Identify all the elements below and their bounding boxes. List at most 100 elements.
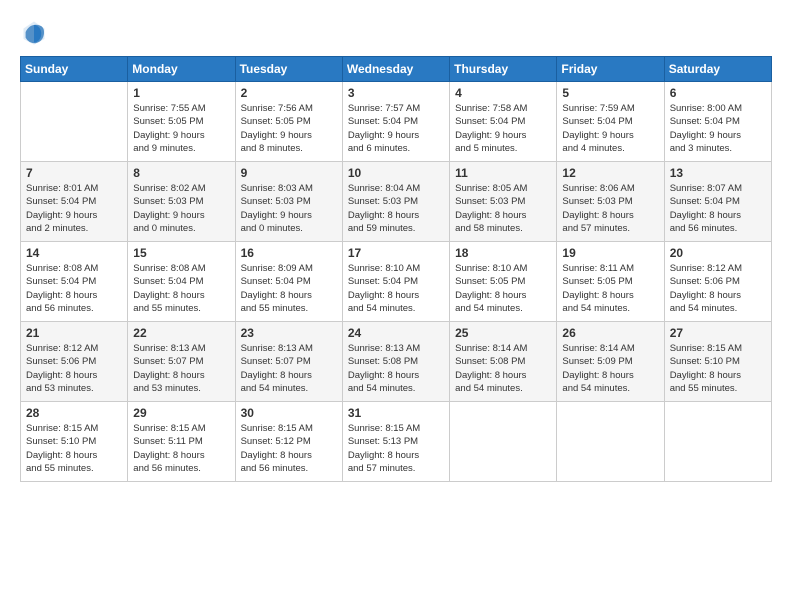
day-header-monday: Monday [128,57,235,82]
day-cell: 2Sunrise: 7:56 AM Sunset: 5:05 PM Daylig… [235,82,342,162]
day-cell: 14 Sunrise: 8:08 AM Sunset: 5:04 PM Dayli… [21,242,128,322]
day-number: 29 [133,406,229,420]
day-header-sunday: Sunday [21,57,128,82]
day-cell: 23 Sunrise: 8:13 AM Sunset: 5:07 PM Dayli… [235,322,342,402]
day-info: Sunrise: 8:13 AM Sunset: 5:07 PM Dayligh… [241,342,337,395]
day-cell: 11 Sunrise: 8:05 AM Sunset: 5:03 PM Dayli… [450,162,557,242]
day-number: 3 [348,86,444,100]
day-number: 20 [670,246,766,260]
day-info: Sunrise: 8:06 AM Sunset: 5:03 PM Dayligh… [562,182,658,235]
day-number: 27 [670,326,766,340]
day-cell: 25Sunrise: 8:14 AM Sunset: 5:08 PM Dayli… [450,322,557,402]
day-info: Sunrise: 8:10 AM Sunset: 5:05 PM Dayligh… [455,262,551,315]
day-cell: 7Sunrise: 8:01 AM Sunset: 5:04 PM Daylig… [21,162,128,242]
day-cell: 10 Sunrise: 8:04 AM Sunset: 5:03 PM Dayli… [342,162,449,242]
day-cell: 15 Sunrise: 8:08 AM Sunset: 5:04 PM Dayli… [128,242,235,322]
day-info: Sunrise: 8:15 AM Sunset: 5:11 PM Dayligh… [133,422,229,475]
day-cell: 1 Sunrise: 7:55 AM Sunset: 5:05 PM Daylig… [128,82,235,162]
header-row: SundayMondayTuesdayWednesdayThursdayFrid… [21,57,772,82]
day-cell: 30 Sunrise: 8:15 AM Sunset: 5:12 PM Dayli… [235,402,342,482]
day-info: Sunrise: 7:56 AM Sunset: 5:05 PM Dayligh… [241,102,337,155]
day-number: 6 [670,86,766,100]
day-cell: 31 Sunrise: 8:15 AM Sunset: 5:13 PM Dayli… [342,402,449,482]
day-cell: 16 Sunrise: 8:09 AM Sunset: 5:04 PM Dayli… [235,242,342,322]
day-cell: 4 Sunrise: 7:58 AM Sunset: 5:04 PM Daylig… [450,82,557,162]
day-info: Sunrise: 8:12 AM Sunset: 5:06 PM Dayligh… [26,342,122,395]
day-cell: 22Sunrise: 8:13 AM Sunset: 5:07 PM Dayli… [128,322,235,402]
day-info: Sunrise: 8:14 AM Sunset: 5:09 PM Dayligh… [562,342,658,395]
day-number: 31 [348,406,444,420]
day-header-wednesday: Wednesday [342,57,449,82]
day-info: Sunrise: 8:15 AM Sunset: 5:10 PM Dayligh… [670,342,766,395]
day-number: 13 [670,166,766,180]
day-cell: 18 Sunrise: 8:10 AM Sunset: 5:05 PM Dayli… [450,242,557,322]
day-cell [557,402,664,482]
day-info: Sunrise: 8:13 AM Sunset: 5:08 PM Dayligh… [348,342,444,395]
day-info: Sunrise: 7:57 AM Sunset: 5:04 PM Dayligh… [348,102,444,155]
day-info: Sunrise: 8:09 AM Sunset: 5:04 PM Dayligh… [241,262,337,315]
day-info: Sunrise: 8:10 AM Sunset: 5:04 PM Dayligh… [348,262,444,315]
day-number: 9 [241,166,337,180]
day-number: 30 [241,406,337,420]
day-header-saturday: Saturday [664,57,771,82]
day-cell: 29 Sunrise: 8:15 AM Sunset: 5:11 PM Dayli… [128,402,235,482]
week-row-5: 28Sunrise: 8:15 AM Sunset: 5:10 PM Dayli… [21,402,772,482]
day-cell [21,82,128,162]
day-info: Sunrise: 8:08 AM Sunset: 5:04 PM Dayligh… [133,262,229,315]
day-cell: 17Sunrise: 8:10 AM Sunset: 5:04 PM Dayli… [342,242,449,322]
day-info: Sunrise: 8:02 AM Sunset: 5:03 PM Dayligh… [133,182,229,235]
day-cell: 5Sunrise: 7:59 AM Sunset: 5:04 PM Daylig… [557,82,664,162]
day-cell: 26 Sunrise: 8:14 AM Sunset: 5:09 PM Dayli… [557,322,664,402]
day-number: 15 [133,246,229,260]
day-cell: 21Sunrise: 8:12 AM Sunset: 5:06 PM Dayli… [21,322,128,402]
day-info: Sunrise: 8:03 AM Sunset: 5:03 PM Dayligh… [241,182,337,235]
day-cell: 8 Sunrise: 8:02 AM Sunset: 5:03 PM Daylig… [128,162,235,242]
day-info: Sunrise: 8:15 AM Sunset: 5:12 PM Dayligh… [241,422,337,475]
day-info: Sunrise: 8:05 AM Sunset: 5:03 PM Dayligh… [455,182,551,235]
day-cell: 9 Sunrise: 8:03 AM Sunset: 5:03 PM Daylig… [235,162,342,242]
day-info: Sunrise: 8:12 AM Sunset: 5:06 PM Dayligh… [670,262,766,315]
week-row-3: 14 Sunrise: 8:08 AM Sunset: 5:04 PM Dayli… [21,242,772,322]
day-cell: 19 Sunrise: 8:11 AM Sunset: 5:05 PM Dayli… [557,242,664,322]
logo-icon [20,18,48,46]
day-number: 1 [133,86,229,100]
day-number: 10 [348,166,444,180]
day-info: Sunrise: 8:15 AM Sunset: 5:13 PM Dayligh… [348,422,444,475]
day-info: Sunrise: 8:04 AM Sunset: 5:03 PM Dayligh… [348,182,444,235]
day-cell: 28Sunrise: 8:15 AM Sunset: 5:10 PM Dayli… [21,402,128,482]
day-info: Sunrise: 8:01 AM Sunset: 5:04 PM Dayligh… [26,182,122,235]
day-number: 8 [133,166,229,180]
header [20,18,772,46]
day-info: Sunrise: 8:11 AM Sunset: 5:05 PM Dayligh… [562,262,658,315]
day-header-thursday: Thursday [450,57,557,82]
day-info: Sunrise: 8:00 AM Sunset: 5:04 PM Dayligh… [670,102,766,155]
day-number: 18 [455,246,551,260]
day-number: 12 [562,166,658,180]
calendar-table: SundayMondayTuesdayWednesdayThursdayFrid… [20,56,772,482]
day-cell: 24 Sunrise: 8:13 AM Sunset: 5:08 PM Dayli… [342,322,449,402]
day-cell: 13 Sunrise: 8:07 AM Sunset: 5:04 PM Dayli… [664,162,771,242]
day-number: 28 [26,406,122,420]
day-number: 11 [455,166,551,180]
day-info: Sunrise: 8:13 AM Sunset: 5:07 PM Dayligh… [133,342,229,395]
day-cell: 12 Sunrise: 8:06 AM Sunset: 5:03 PM Dayli… [557,162,664,242]
day-cell: 3 Sunrise: 7:57 AM Sunset: 5:04 PM Daylig… [342,82,449,162]
day-number: 4 [455,86,551,100]
week-row-4: 21Sunrise: 8:12 AM Sunset: 5:06 PM Dayli… [21,322,772,402]
day-number: 25 [455,326,551,340]
day-number: 16 [241,246,337,260]
day-info: Sunrise: 7:55 AM Sunset: 5:05 PM Dayligh… [133,102,229,155]
day-number: 26 [562,326,658,340]
day-number: 19 [562,246,658,260]
day-number: 5 [562,86,658,100]
day-number: 24 [348,326,444,340]
day-info: Sunrise: 7:58 AM Sunset: 5:04 PM Dayligh… [455,102,551,155]
page-container: SundayMondayTuesdayWednesdayThursdayFrid… [0,0,792,492]
day-cell: 6 Sunrise: 8:00 AM Sunset: 5:04 PM Daylig… [664,82,771,162]
day-number: 14 [26,246,122,260]
day-info: Sunrise: 8:08 AM Sunset: 5:04 PM Dayligh… [26,262,122,315]
day-header-friday: Friday [557,57,664,82]
day-number: 23 [241,326,337,340]
day-cell [664,402,771,482]
day-info: Sunrise: 8:07 AM Sunset: 5:04 PM Dayligh… [670,182,766,235]
